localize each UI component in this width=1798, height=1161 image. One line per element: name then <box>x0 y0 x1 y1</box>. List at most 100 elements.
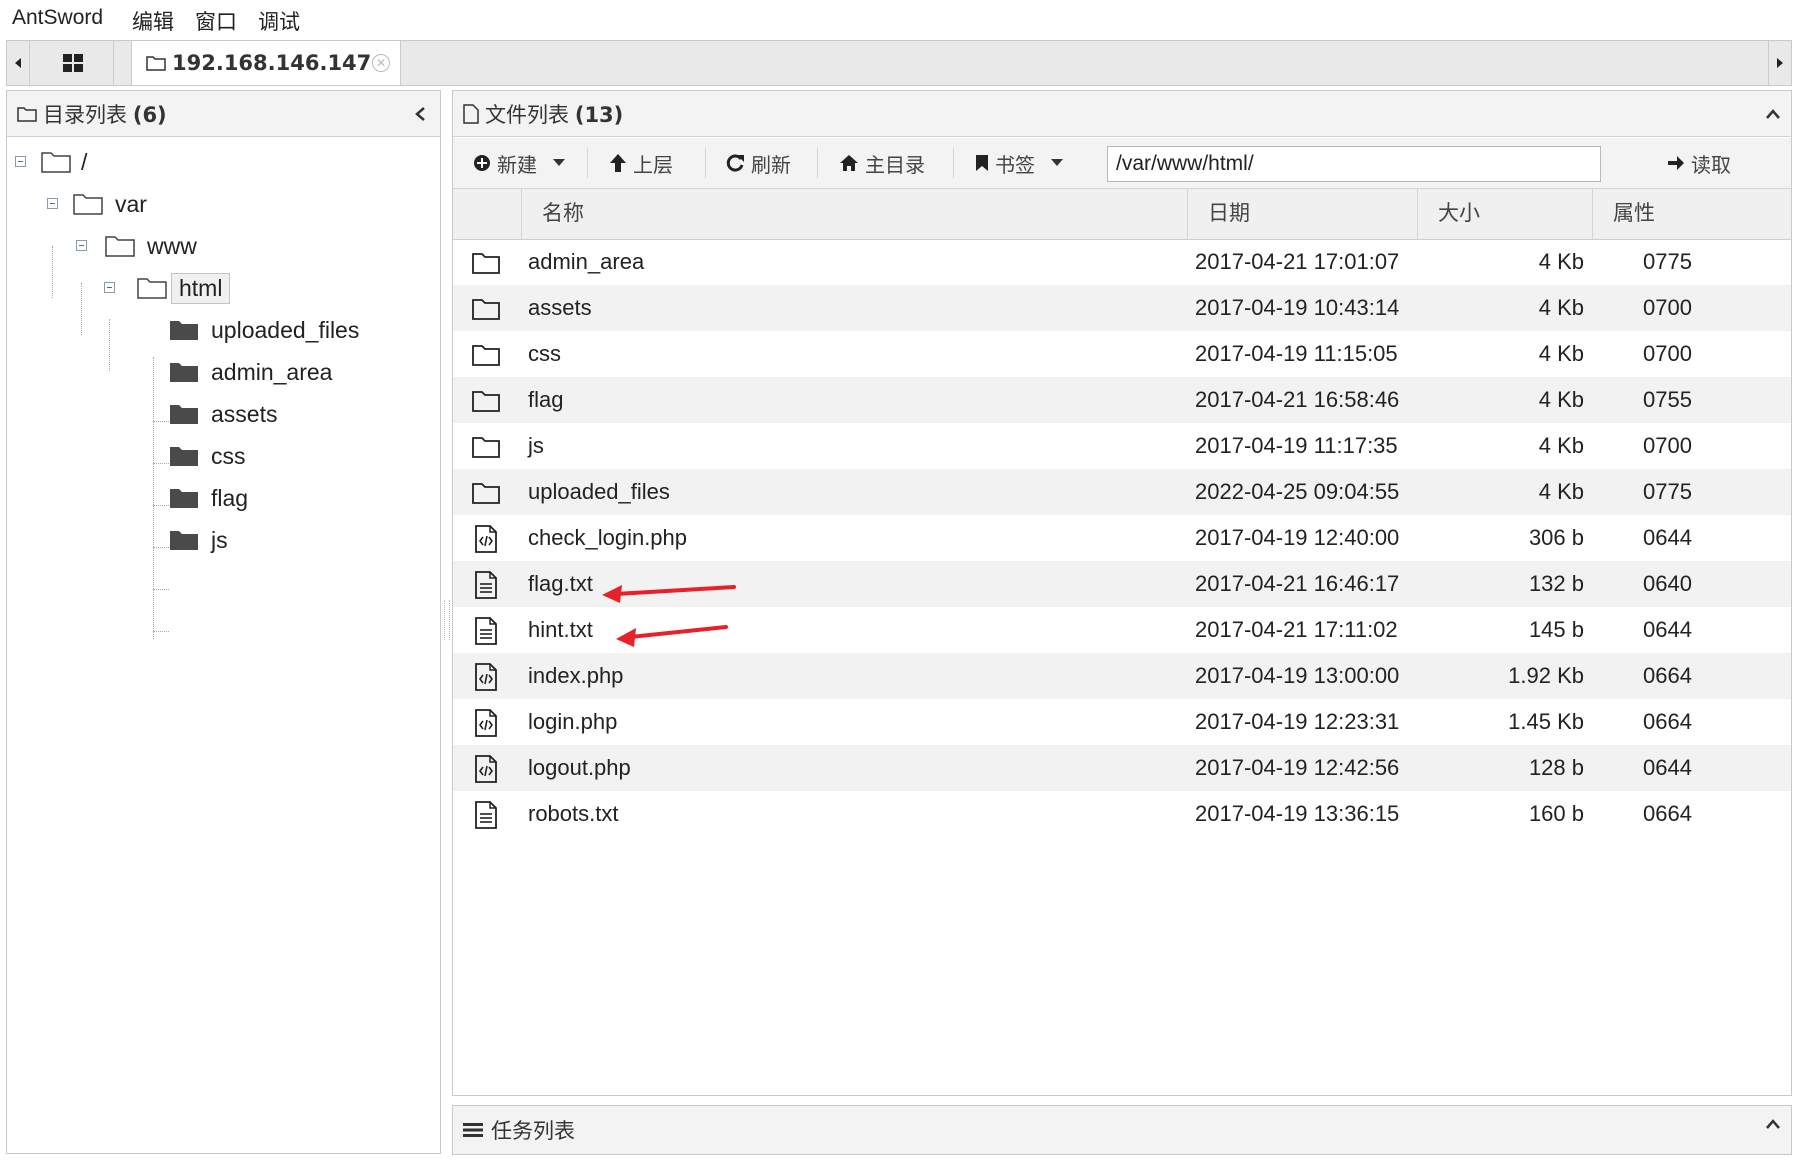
file-date: 2022-04-25 09:04:55 <box>1195 479 1400 504</box>
tab-host[interactable]: 192.168.146.147 ✕ <box>131 41 401 85</box>
plus-circle-icon <box>474 155 490 171</box>
file-size: 4 Kb <box>1538 387 1584 412</box>
file-row[interactable]: login.php 2017-04-19 12:23:31 1.45 Kb 0664 <box>453 699 1791 745</box>
tree-label-www: www <box>147 232 197 259</box>
panel-splitter[interactable] <box>444 600 450 640</box>
tree-node-child[interactable]: css <box>169 439 246 473</box>
up-level-button[interactable]: 上层 <box>609 138 673 188</box>
task-panel[interactable]: 任务列表 <box>452 1105 1792 1155</box>
tree-expander-html[interactable] <box>104 282 115 293</box>
tree-node-var[interactable]: var <box>73 187 147 221</box>
file-date: 2017-04-19 13:36:15 <box>1195 801 1400 826</box>
file-name: flag <box>528 387 564 412</box>
tree-node-child[interactable]: uploaded_files <box>169 313 359 347</box>
column-header-date[interactable]: 日期 <box>1187 189 1417 239</box>
new-button[interactable]: 新建 <box>473 138 565 188</box>
file-panel-title: 文件列表 <box>485 103 569 127</box>
file-row[interactable]: assets 2017-04-19 10:43:14 4 Kb 0700 <box>453 285 1791 331</box>
tree-label-child: uploaded_files <box>211 316 360 343</box>
refresh-button[interactable]: 刷新 <box>725 138 791 188</box>
tree-label-child: assets <box>211 400 278 427</box>
tree-node-child[interactable]: assets <box>169 397 277 431</box>
folder-outline-icon <box>472 253 500 274</box>
file-row[interactable]: css 2017-04-19 11:15:05 4 Kb 0700 <box>453 331 1791 377</box>
code-file-icon <box>475 755 497 783</box>
file-name: js <box>528 433 544 458</box>
menu-edit[interactable]: 编辑 <box>132 6 174 36</box>
folder-filled-icon <box>170 321 198 340</box>
file-attr: 0644 <box>1643 525 1692 550</box>
text-file-icon <box>475 801 497 829</box>
tree-node-child[interactable]: js <box>169 523 228 557</box>
folder-outline-icon <box>472 299 500 320</box>
file-name: uploaded_files <box>528 479 670 504</box>
tree-label-root: / <box>81 148 88 175</box>
tab-bar: 192.168.146.147 ✕ <box>6 40 1792 86</box>
collapse-left-icon[interactable] <box>414 106 426 122</box>
code-file-icon <box>475 525 497 553</box>
folder-outline-icon <box>472 391 500 412</box>
file-attr: 0664 <box>1643 801 1692 826</box>
folder-filled-icon <box>170 363 198 382</box>
tree-node-child[interactable]: admin_area <box>169 355 332 389</box>
file-date: 2017-04-21 16:46:17 <box>1195 571 1400 596</box>
file-attr: 0700 <box>1643 341 1692 366</box>
read-button[interactable]: 读取 <box>1667 138 1731 188</box>
column-header-size[interactable]: 大小 <box>1417 189 1592 239</box>
path-input[interactable] <box>1107 146 1601 182</box>
tree-node-www[interactable]: www <box>105 229 197 263</box>
directory-count: (6) <box>132 102 167 127</box>
file-size: 306 b <box>1528 525 1584 550</box>
tree-expander-root[interactable] <box>15 156 26 167</box>
file-row[interactable]: check_login.php 2017-04-19 12:40:00 306 b 0… <box>453 515 1791 561</box>
arrow-up-icon <box>610 154 626 172</box>
tab-close-icon[interactable]: ✕ <box>372 54 390 72</box>
annotation-arrow <box>602 585 736 603</box>
file-row[interactable]: flag 2017-04-21 16:58:46 4 Kb 0755 <box>453 377 1791 423</box>
tree-node-html[interactable]: html <box>137 271 231 305</box>
text-file-icon <box>475 617 497 645</box>
tree-node-root[interactable]: / <box>41 145 87 179</box>
file-size: 160 b <box>1528 801 1584 826</box>
tab-scroll-right-button[interactable] <box>1768 41 1791 85</box>
bookmark-button[interactable]: 书签 <box>975 138 1063 188</box>
menu-window[interactable]: 窗口 <box>195 6 237 36</box>
tree-label-child: flag <box>211 484 249 511</box>
folder-filled-icon <box>170 447 198 466</box>
tab-overview-button[interactable] <box>33 41 114 85</box>
tree-label-var: var <box>115 190 147 217</box>
tree-expander-var[interactable] <box>47 198 58 209</box>
tree-label-child: admin_area <box>211 358 333 385</box>
file-row[interactable]: index.php 2017-04-19 13:00:00 1.92 Kb 0664 <box>453 653 1791 699</box>
file-date: 2017-04-19 11:17:35 <box>1195 433 1398 458</box>
menu-debug[interactable]: 调试 <box>258 6 300 36</box>
file-size: 128 b <box>1528 755 1584 780</box>
file-size: 4 Kb <box>1538 341 1584 366</box>
home-button[interactable]: 主目录 <box>839 138 925 188</box>
folder-filled-icon <box>170 531 198 550</box>
column-header-name[interactable]: 名称 <box>521 189 1187 239</box>
file-row[interactable]: logout.php 2017-04-19 12:42:56 128 b 0644 <box>453 745 1791 791</box>
file-date: 2017-04-19 10:43:14 <box>1195 295 1400 320</box>
file-date: 2017-04-21 17:11:02 <box>1195 617 1398 642</box>
menu-antsword[interactable]: AntSword <box>12 6 103 30</box>
file-name: admin_area <box>528 249 645 274</box>
folder-outline-icon <box>41 152 71 173</box>
file-row[interactable]: robots.txt 2017-04-19 13:36:15 160 b 0664 <box>453 791 1791 837</box>
tree-node-child[interactable]: flag <box>169 481 248 515</box>
file-row[interactable]: uploaded_files 2022-04-25 09:04:55 4 Kb 077… <box>453 469 1791 515</box>
file-attr: 0664 <box>1643 709 1692 734</box>
chevron-up-icon[interactable] <box>1765 1118 1781 1130</box>
arrow-right-icon <box>1668 156 1684 170</box>
file-attr: 0775 <box>1643 249 1692 274</box>
caret-left-icon <box>15 58 21 68</box>
file-row[interactable]: admin_area 2017-04-21 17:01:07 4 Kb 0775 <box>453 239 1791 285</box>
file-attr: 0664 <box>1643 663 1692 688</box>
file-date: 2017-04-19 12:40:00 <box>1195 525 1400 550</box>
chevron-up-icon[interactable] <box>1765 108 1781 120</box>
tab-scroll-left-button[interactable] <box>7 41 30 85</box>
file-attr: 0644 <box>1643 617 1692 642</box>
file-row[interactable]: js 2017-04-19 11:17:35 4 Kb 0700 <box>453 423 1791 469</box>
tree-expander-www[interactable] <box>76 240 87 251</box>
column-header-attr[interactable]: 属性 <box>1592 189 1791 239</box>
